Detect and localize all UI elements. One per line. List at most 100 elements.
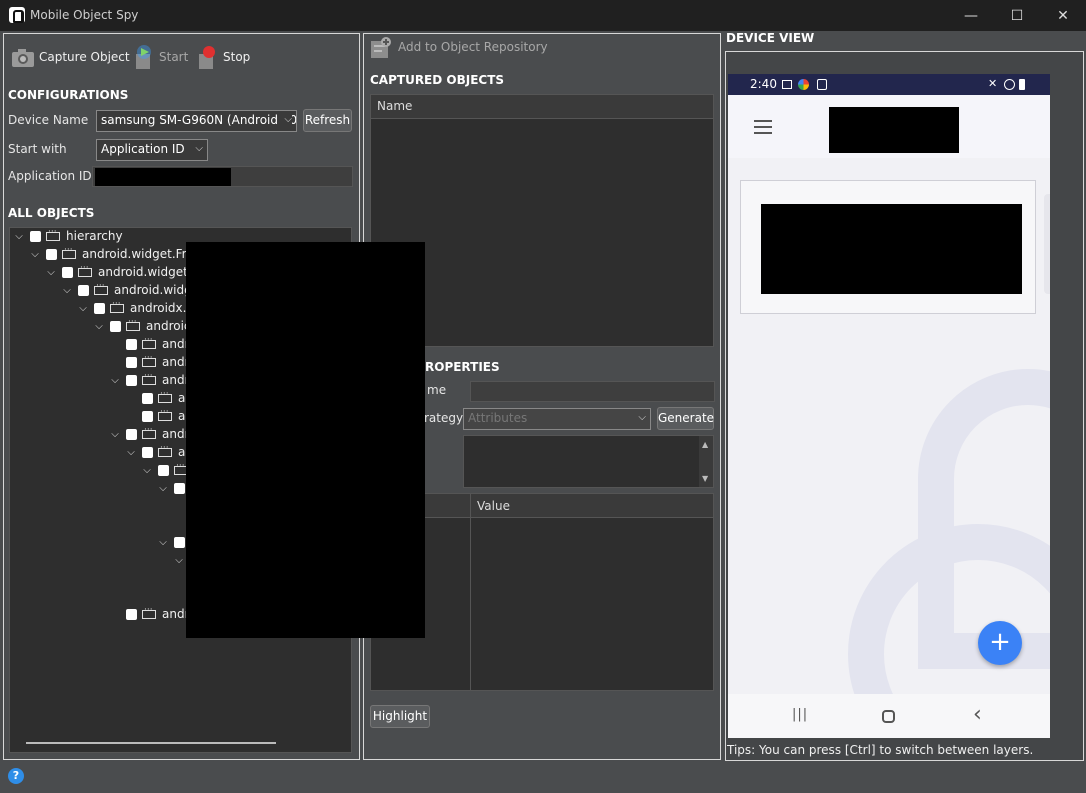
add-repository-icon[interactable] — [370, 36, 392, 60]
node-checkbox[interactable] — [78, 284, 89, 296]
start-with-select[interactable]: Application ID ⌵ — [96, 139, 208, 161]
add-to-object-repository-button[interactable]: Add to Object Repository — [398, 40, 548, 54]
status-bar: 2:40 ✕ — [728, 74, 1050, 95]
stop-button[interactable]: Stop — [223, 50, 250, 64]
chevron-down-icon[interactable]: ⌵ — [126, 447, 136, 458]
tree-node[interactable]: ⌵ android.widget.Fran — [30, 245, 202, 263]
redacted-region — [186, 242, 425, 638]
stop-icon[interactable] — [197, 44, 217, 70]
tree-node[interactable]: ⌵ android.widg — [62, 281, 192, 299]
node-label: android.widget.Fran — [82, 247, 202, 261]
scroll-down-icon[interactable]: ▼ — [702, 474, 708, 483]
tree-node[interactable]: ⌵a — [126, 443, 185, 461]
all-objects-heading: ALL OBJECTS — [8, 206, 95, 220]
minimize-button[interactable]: — — [948, 0, 994, 31]
gallery-icon — [782, 80, 792, 89]
chevron-down-icon[interactable]: ⌵ — [46, 267, 56, 278]
chevron-down-icon[interactable]: ⌵ — [78, 303, 88, 314]
node-label: android.widget.L — [98, 265, 199, 279]
node-checkbox[interactable] — [126, 608, 137, 620]
chevron-down-icon[interactable]: ⌵ — [14, 231, 24, 242]
chevron-down-icon[interactable]: ⌵ — [158, 483, 168, 494]
node-icon — [158, 389, 172, 403]
highlight-button[interactable]: Highlight — [370, 705, 430, 728]
tree-node[interactable]: ⌵ android.widget.L — [46, 263, 198, 281]
back-button[interactable]: ‹ — [973, 702, 982, 727]
captured-objects-heading: CAPTURED OBJECTS — [370, 73, 505, 87]
chevron-down-icon[interactable]: ⌵ — [142, 465, 152, 476]
menu-icon[interactable] — [754, 120, 772, 134]
start-button[interactable]: Start — [159, 50, 188, 64]
horizontal-scrollbar[interactable] — [26, 742, 276, 744]
chevron-down-icon: ⌵ — [282, 114, 292, 125]
home-button[interactable] — [882, 710, 895, 723]
refresh-button[interactable]: Refresh — [303, 109, 352, 132]
node-checkbox[interactable] — [126, 356, 137, 368]
add-fab-button[interactable]: + — [978, 621, 1022, 665]
tree-node[interactable]: andr — [126, 605, 190, 623]
application-id-input[interactable] — [92, 166, 353, 187]
name-column-header[interactable]: Name — [371, 95, 713, 119]
node-checkbox[interactable] — [46, 248, 57, 260]
close-button[interactable]: ✕ — [1040, 0, 1086, 31]
node-checkbox[interactable] — [126, 428, 137, 440]
recent-apps-button[interactable]: ||| — [792, 707, 808, 722]
capture-object-button[interactable]: Capture Object — [39, 50, 130, 64]
node-checkbox[interactable] — [94, 302, 105, 314]
tree-node[interactable]: ⌵ hierarchy — [14, 227, 123, 245]
start-icon[interactable] — [134, 44, 154, 70]
tree-node[interactable]: ⌵andr — [110, 371, 189, 389]
node-icon — [46, 227, 60, 241]
node-checkbox[interactable] — [110, 320, 121, 332]
tree-node[interactable]: a — [142, 407, 185, 425]
camera-icon[interactable] — [11, 46, 35, 68]
help-icon[interactable]: ? — [8, 768, 24, 784]
value-column-header[interactable]: Value — [477, 499, 510, 513]
locator-textarea[interactable]: ▲ ▼ — [463, 435, 714, 488]
battery-icon — [1019, 79, 1025, 90]
content-card[interactable] — [740, 180, 1036, 314]
node-checkbox[interactable] — [158, 464, 169, 476]
device-name-select[interactable]: samsung SM-G960N (Android 10 ⌵ — [96, 110, 297, 132]
node-checkbox[interactable] — [174, 482, 185, 494]
node-icon — [142, 371, 156, 385]
tree-node[interactable]: andr — [126, 353, 190, 371]
chevron-down-icon[interactable]: ⌵ — [110, 429, 120, 440]
node-icon — [94, 281, 108, 295]
scroll-up-icon[interactable]: ▲ — [702, 440, 708, 449]
chevron-down-icon[interactable]: ⌵ — [158, 537, 168, 548]
tree-node[interactable]: a — [142, 389, 185, 407]
chevron-down-icon[interactable]: ⌵ — [174, 555, 184, 566]
locator-strategy-select[interactable]: Attributes ⌵ — [463, 408, 651, 430]
device-name-value: samsung SM-G960N (Android 10 — [101, 113, 297, 127]
chevron-down-icon[interactable]: ⌵ — [94, 321, 104, 332]
tree-node[interactable]: andr — [126, 335, 190, 353]
node-checkbox[interactable] — [126, 374, 137, 386]
tree-node[interactable]: ⌵andr — [110, 425, 189, 443]
node-checkbox[interactable] — [62, 266, 73, 278]
chevron-down-icon[interactable]: ⌵ — [30, 249, 40, 260]
object-name-input[interactable] — [470, 381, 715, 402]
tree-node[interactable]: ⌵ androidx.c — [78, 299, 193, 317]
node-checkbox[interactable] — [30, 230, 41, 242]
device-screen[interactable]: 2:40 ✕ + ||| ‹ — [728, 74, 1050, 738]
node-checkbox[interactable] — [126, 338, 137, 350]
tree-node[interactable]: ⌵ androic — [94, 317, 190, 335]
node-checkbox[interactable] — [174, 536, 185, 548]
maximize-button[interactable]: ☐ — [994, 0, 1040, 31]
chevron-down-icon[interactable]: ⌵ — [110, 375, 120, 386]
application-id-label: Application ID — [8, 169, 92, 183]
configurations-heading: CONFIGURATIONS — [8, 88, 129, 102]
node-label: hierarchy — [66, 229, 123, 243]
object-name-label: me — [427, 383, 447, 397]
vertical-scrollbar[interactable]: ▲ ▼ — [699, 436, 713, 487]
node-checkbox[interactable] — [142, 446, 153, 458]
card-content-redaction — [761, 204, 1022, 294]
node-checkbox[interactable] — [142, 410, 153, 422]
node-checkbox[interactable] — [142, 392, 153, 404]
tips-text: Tips: You can press [Ctrl] to switch bet… — [727, 743, 1034, 757]
generate-button[interactable]: Generate — [657, 407, 714, 430]
chevron-down-icon[interactable]: ⌵ — [62, 285, 72, 296]
node-icon — [142, 335, 156, 349]
navigation-bar: ||| ‹ — [728, 694, 1050, 738]
